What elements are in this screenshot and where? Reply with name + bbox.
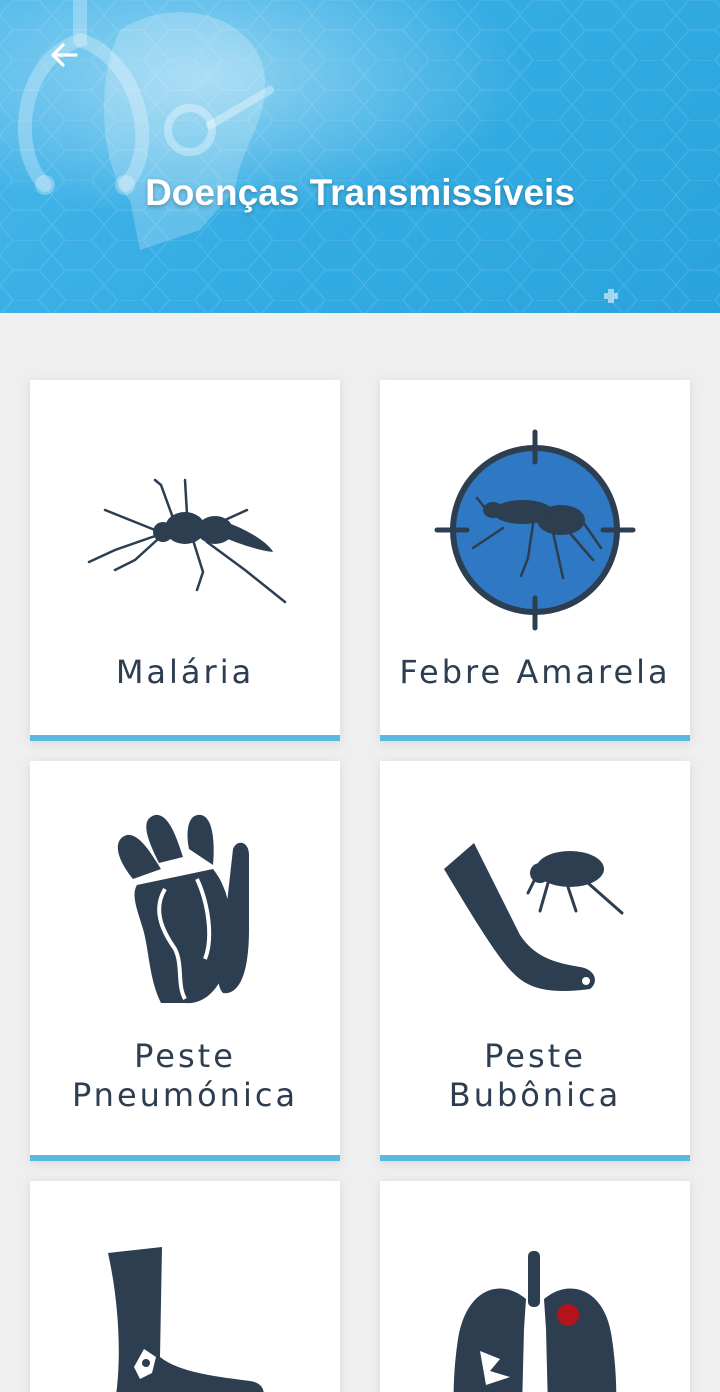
back-button[interactable] xyxy=(36,30,92,80)
app-header: Doenças Transmissíveis xyxy=(0,0,720,313)
disease-card-peste-bubonica[interactable]: Peste Bubônica xyxy=(380,761,690,1161)
foot-icon xyxy=(30,1247,340,1392)
card-label-line-2: Pneumónica xyxy=(71,1076,299,1114)
disease-card-5[interactable] xyxy=(30,1181,340,1392)
card-label: Febre Amarela xyxy=(399,653,671,691)
page-title: Doenças Transmissíveis xyxy=(145,172,575,213)
card-label-line-2: Bubônica xyxy=(448,1076,622,1114)
flea-leg-icon xyxy=(380,839,690,995)
mosquito-icon xyxy=(30,470,340,610)
disease-card-febre-amarela[interactable]: Febre Amarela xyxy=(380,380,690,741)
card-label-line-1: Peste xyxy=(134,1037,236,1075)
disease-card-malaria[interactable]: Malária xyxy=(30,380,340,741)
card-label-line-1: Peste xyxy=(484,1037,586,1075)
card-label: Malária xyxy=(115,653,255,691)
header-background-art xyxy=(0,0,720,313)
lungs-icon xyxy=(380,1249,690,1392)
disease-card-6[interactable] xyxy=(380,1181,690,1392)
arrow-left-icon xyxy=(51,43,78,67)
mosquito-target-icon xyxy=(380,428,690,632)
disease-card-peste-pneumonica[interactable]: Peste Pneumónica xyxy=(30,761,340,1161)
hands-icon xyxy=(30,809,340,1005)
